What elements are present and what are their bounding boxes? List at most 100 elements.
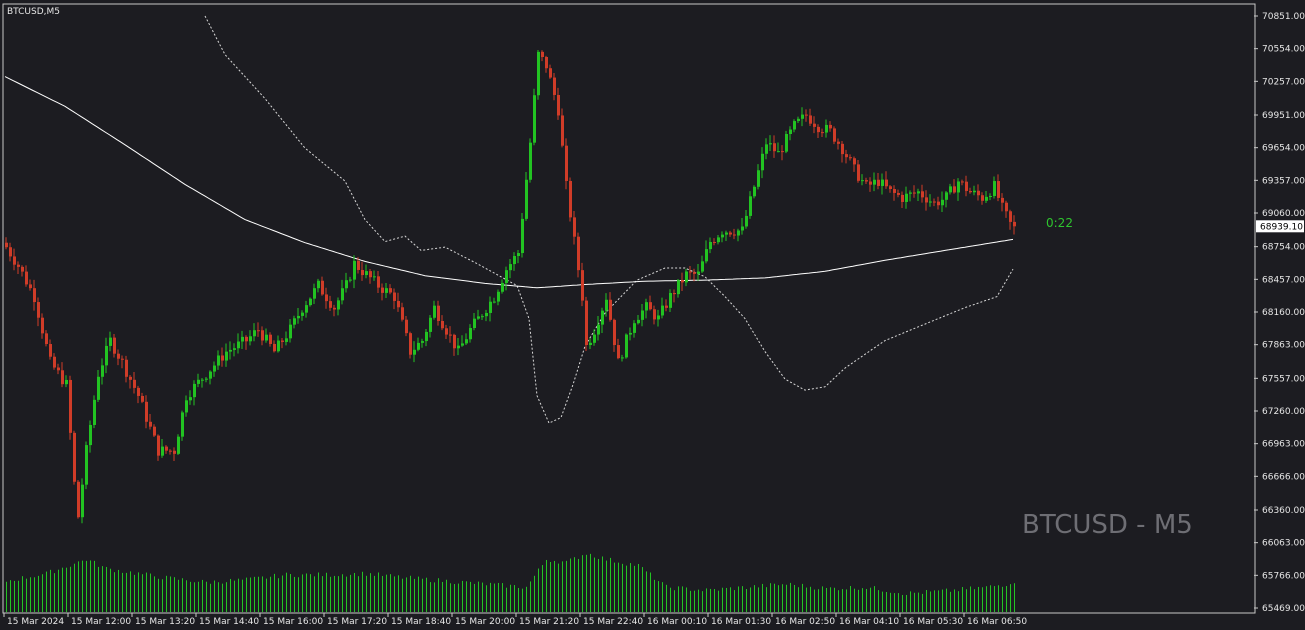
volume-bar — [578, 558, 579, 612]
volume-bar — [210, 583, 211, 612]
candle-body — [469, 328, 472, 340]
volume-bar — [954, 589, 955, 612]
volume-bar — [278, 578, 279, 612]
volume-bar — [206, 581, 207, 612]
volume-bar — [394, 576, 395, 612]
volume-bar — [610, 557, 611, 612]
candle-body — [549, 68, 552, 78]
candle-body — [253, 330, 256, 337]
candle-body — [169, 450, 172, 452]
volume-bar — [534, 575, 535, 612]
volume-bar — [550, 561, 551, 612]
volume-bar — [22, 576, 23, 612]
volume-bar — [986, 586, 987, 612]
volume-bar — [678, 586, 679, 612]
volume-bar — [718, 590, 719, 612]
candle-body — [409, 333, 412, 355]
candle-body — [397, 300, 400, 308]
candle-body — [713, 241, 716, 243]
volume-bar — [502, 583, 503, 612]
candle-body — [193, 383, 196, 398]
candle-body — [105, 345, 108, 366]
volume-bar — [894, 593, 895, 612]
current-price-tag: 68939.10 — [1256, 220, 1304, 233]
volume-bar — [570, 558, 571, 612]
volume-bar — [194, 582, 195, 612]
volume-bar — [966, 589, 967, 612]
candle-body — [493, 301, 496, 303]
candle-body — [29, 284, 32, 289]
volume-bar — [510, 584, 511, 612]
candle-body — [389, 288, 392, 293]
price-tick-label: 70257.00 — [1262, 77, 1305, 87]
price-tick-label: 65766.00 — [1262, 571, 1305, 581]
candle-body — [133, 379, 136, 388]
volume-bar — [378, 572, 379, 612]
candle-body — [961, 181, 964, 183]
candle-body — [149, 421, 152, 427]
volume-bar — [146, 572, 147, 612]
candle-body — [657, 315, 660, 320]
volume-bar — [682, 586, 683, 612]
candle-body — [521, 218, 524, 254]
volume-bar — [458, 583, 459, 612]
time-tick-label: 15 Mar 17:20 — [327, 617, 387, 627]
candle-body — [489, 301, 492, 313]
candle-body — [173, 450, 176, 454]
candle-body — [341, 288, 344, 301]
volume-bar — [818, 589, 819, 612]
candle-body — [937, 201, 940, 206]
candle-body — [365, 271, 368, 276]
volume-bar — [626, 565, 627, 612]
volume-bar — [130, 571, 131, 612]
candle-body — [189, 397, 192, 401]
volume-bar — [486, 585, 487, 612]
volume-bar — [438, 578, 439, 612]
volume-bar — [174, 577, 175, 612]
candle-body — [197, 379, 200, 384]
candle-body — [741, 226, 744, 231]
volume-bar — [334, 575, 335, 612]
volume-bar — [182, 578, 183, 612]
volume-bar — [546, 559, 547, 612]
volume-bar — [122, 572, 123, 612]
volume-bar — [798, 587, 799, 612]
price-tick-label: 68754.00 — [1262, 243, 1305, 253]
time-tick-label: 16 Mar 05:30 — [903, 617, 963, 627]
price-chart[interactable]: 70851.00 70554.00 70257.00 69951.00 69654.00… — [0, 0, 1305, 630]
candle-body — [737, 230, 740, 236]
volume-bar — [478, 581, 479, 612]
volume-bar — [70, 566, 71, 612]
volume-bar — [222, 583, 223, 612]
candle-body — [85, 445, 88, 485]
volume-bar — [754, 585, 755, 612]
candle-body — [605, 299, 608, 311]
volume-bar — [842, 589, 843, 612]
candle-body — [117, 353, 120, 359]
volume-bar — [594, 557, 595, 612]
volume-bar — [838, 590, 839, 612]
volume-bar — [330, 576, 331, 612]
volume-bar — [78, 561, 79, 612]
candle-body — [45, 333, 48, 345]
candle-body — [213, 365, 216, 372]
volume-bar — [354, 572, 355, 612]
volume-bar — [238, 578, 239, 612]
volume-bar — [170, 576, 171, 612]
candle-body — [781, 151, 784, 153]
volume-bar — [422, 578, 423, 612]
volume-bar — [734, 590, 735, 612]
candle-body — [13, 256, 16, 265]
candle-body — [505, 270, 508, 283]
candle-body — [533, 95, 536, 143]
volume-bar — [642, 567, 643, 612]
candle-body — [901, 194, 904, 202]
candle-body — [33, 288, 36, 303]
candle-body — [429, 317, 432, 332]
candle-body — [321, 280, 324, 295]
candle-body — [285, 338, 288, 342]
candle-body — [337, 300, 340, 310]
candle-body — [369, 271, 372, 278]
volume-bar — [254, 576, 255, 612]
candle-body — [509, 264, 512, 271]
